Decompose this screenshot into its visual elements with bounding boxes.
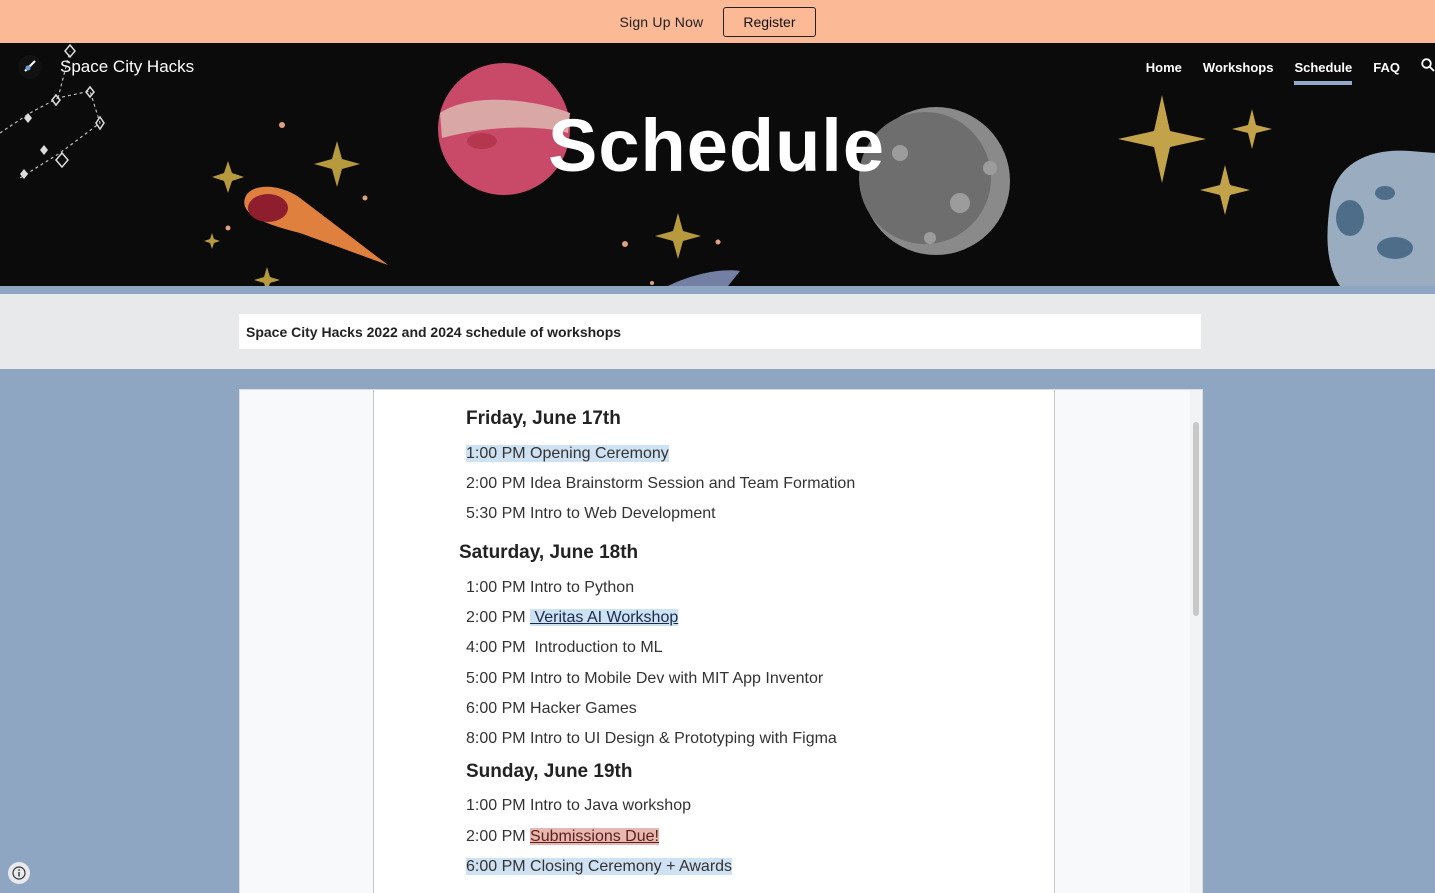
item-time: 2:00 PM xyxy=(466,475,531,492)
item-event: Intro to Python xyxy=(530,579,635,596)
description-text: Space City Hacks 2022 and 2024 schedule … xyxy=(246,323,622,340)
schedule-item: 2:00 PM Idea Brainstorm Session and Team… xyxy=(466,475,855,493)
nav-workshops[interactable]: Workshops xyxy=(1203,43,1274,84)
schedule-item: 8:00 PM Intro to UI Design & Prototyping… xyxy=(466,730,837,748)
item-time: 4:00 PM xyxy=(466,639,531,656)
signup-text: Sign Up Now xyxy=(619,13,704,30)
day-heading-sunday: Sunday, June 19th xyxy=(466,761,633,782)
item-time: 2:00 PM xyxy=(466,828,531,845)
register-button[interactable]: Register xyxy=(723,6,816,37)
schedule-item: 1:00 PM Intro to Python xyxy=(466,579,634,597)
search-icon[interactable] xyxy=(1421,43,1435,84)
nav-faq[interactable]: FAQ xyxy=(1373,43,1400,84)
item-time: 8:00 PM xyxy=(466,730,531,747)
document-page: Friday, June 17th 1:00 PM Opening Ceremo… xyxy=(373,390,1055,893)
announcement-banner: Sign Up Now Register xyxy=(0,0,1435,43)
site-logo-icon[interactable] xyxy=(16,53,44,81)
schedule-item: 1:00 PM Intro to Java workshop xyxy=(466,797,691,815)
info-icon[interactable] xyxy=(8,862,30,884)
item-time: 1:00 PM xyxy=(466,579,531,596)
item-time: 5:00 PM xyxy=(466,670,531,687)
item-event: Opening Ceremony xyxy=(530,445,669,462)
item-event: Intro to Mobile Dev with MIT App Invento… xyxy=(530,670,824,687)
embedded-document[interactable]: Friday, June 17th 1:00 PM Opening Ceremo… xyxy=(239,389,1203,893)
divider xyxy=(0,286,1435,294)
scrollbar-thumb[interactable] xyxy=(1193,422,1199,616)
veritas-workshop-link[interactable]: Veritas AI Workshop xyxy=(530,609,679,626)
nav-home[interactable]: Home xyxy=(1146,43,1182,84)
schedule-item: 5:30 PM Intro to Web Development xyxy=(466,505,716,523)
main-nav: Home Workshops Schedule FAQ xyxy=(1146,43,1435,91)
hero-header: Space City Hacks Home Workshops Schedule… xyxy=(0,43,1435,286)
site-title[interactable]: Space City Hacks xyxy=(60,57,194,77)
item-time: 2:00 PM xyxy=(466,609,531,626)
document-scrollbar[interactable] xyxy=(1190,390,1202,893)
item-event: Intro to UI Design & Prototyping with Fi… xyxy=(530,730,837,747)
item-event: Intro to Web Development xyxy=(530,505,716,522)
item-time: 1:00 PM xyxy=(466,797,531,814)
item-event: Hacker Games xyxy=(530,700,637,717)
item-event: Closing Ceremony + Awards xyxy=(530,858,733,875)
item-time: 6:00 PM xyxy=(466,858,531,875)
schedule-item: 4:00 PM Introduction to ML xyxy=(466,639,663,657)
item-event: Introduction to ML xyxy=(530,639,663,656)
schedule-item: 6:00 PM Hacker Games xyxy=(466,700,637,718)
schedule-item: 2:00 PM Veritas AI Workshop xyxy=(466,609,679,627)
item-time: 1:00 PM xyxy=(466,445,531,462)
day-heading-saturday: Saturday, June 18th xyxy=(459,542,639,563)
schedule-item: 2:00 PM Submissions Due! xyxy=(466,828,659,846)
day-heading-friday: Friday, June 17th xyxy=(466,408,621,429)
page-title: Schedule xyxy=(548,104,885,187)
schedule-item: 6:00 PM Closing Ceremony + Awards xyxy=(466,858,733,876)
item-event: Intro to Java workshop xyxy=(530,797,691,814)
item-time: 6:00 PM xyxy=(466,700,531,717)
item-event: Idea Brainstorm Session and Team Formati… xyxy=(530,475,856,492)
schedule-item: 1:00 PM Opening Ceremony xyxy=(466,445,669,463)
description-box: Space City Hacks 2022 and 2024 schedule … xyxy=(239,314,1201,349)
nav-schedule[interactable]: Schedule xyxy=(1294,43,1352,85)
item-time: 5:30 PM xyxy=(466,505,531,522)
submissions-due-link[interactable]: Submissions Due! xyxy=(530,828,659,845)
schedule-item: 5:00 PM Intro to Mobile Dev with MIT App… xyxy=(466,670,823,688)
